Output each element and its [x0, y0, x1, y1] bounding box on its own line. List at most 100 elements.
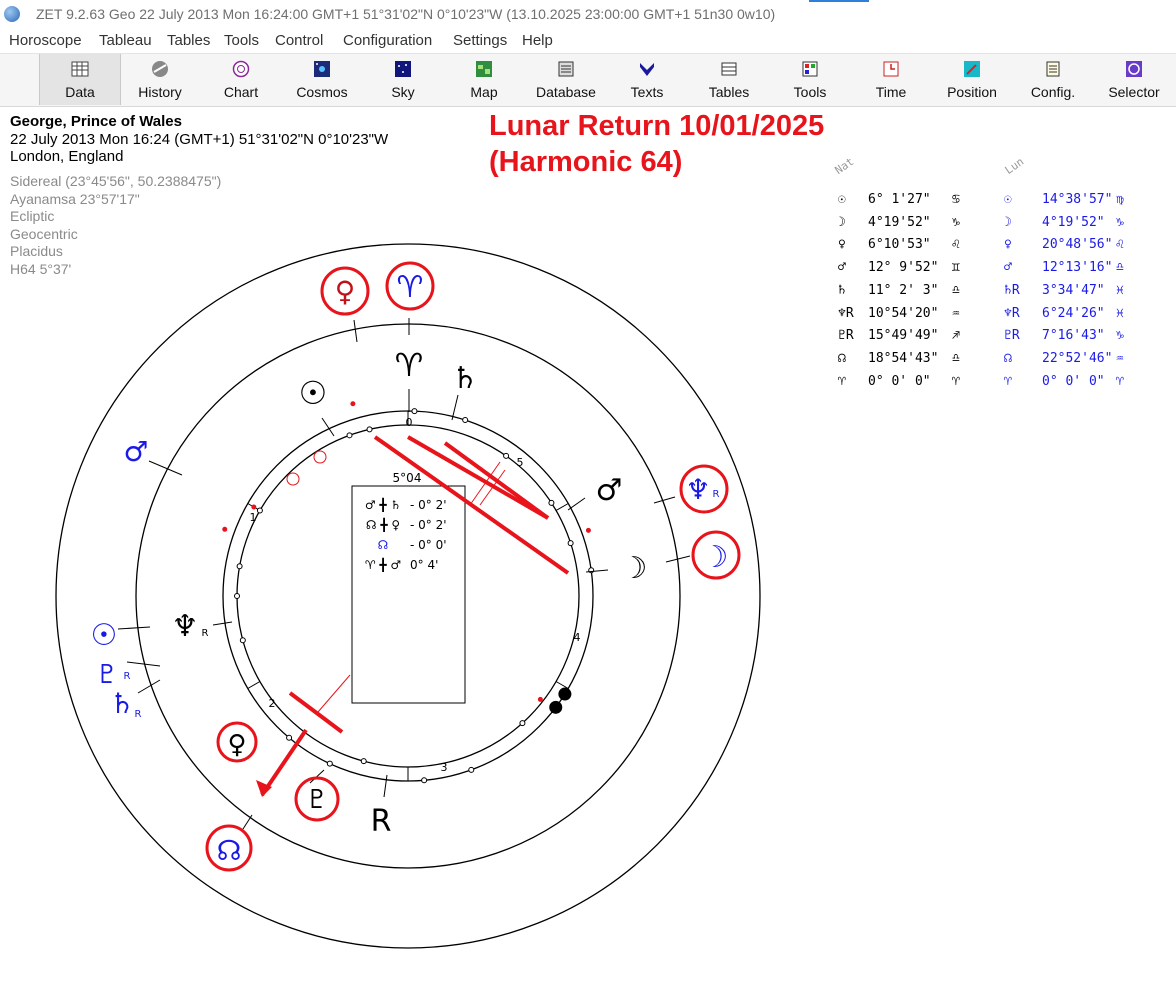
outer-glyph-pointer — [148, 460, 183, 476]
planet-marker-dot — [346, 432, 353, 439]
toolbar-sky-label: Sky — [391, 84, 415, 100]
toolbar-map-button[interactable]: Map — [444, 54, 524, 105]
outer-glyph-pointer — [137, 679, 161, 694]
positions-table: Nat Lun ☉ 6° 1'27" ♋ ☉ 14°38'57" ♍ ☽ 4°19'52" ♑ ☽… — [833, 150, 1164, 390]
lunar-return-annotation: Lunar Return 10/01/2025 (Harmonic 64) — [489, 108, 824, 180]
inner-planet-glyph: ♄ — [452, 361, 479, 396]
toolbar-time-button[interactable]: Time — [851, 54, 931, 105]
planet-marker-dot — [256, 507, 263, 514]
planet-marker-dot — [234, 593, 240, 599]
menu-help[interactable]: Help — [522, 32, 553, 49]
nat-planet-glyph: ☊ — [838, 350, 846, 366]
selector-icon — [1126, 61, 1142, 77]
toolbar-selector-button[interactable]: Selector — [1094, 54, 1174, 105]
toolbar-history-button[interactable]: History — [120, 54, 200, 105]
planet-marker-dot-filled — [549, 700, 563, 714]
outer-planet-glyph: ♈ — [397, 270, 424, 305]
house-cusp-tick — [555, 503, 569, 511]
toolbar-chart-button[interactable]: Chart — [201, 54, 281, 105]
history-icon — [152, 61, 168, 77]
toolbar-selector-label: Selector — [1108, 84, 1160, 100]
aspect-orb: - 0° 0' — [410, 538, 447, 552]
lun-position: 14°38'57" — [1042, 192, 1113, 207]
planet-marker-dot — [503, 452, 510, 459]
red-marker-dot — [222, 526, 228, 532]
outer-glyph-pointer — [653, 496, 676, 504]
menu-tables[interactable]: Tables — [167, 32, 210, 49]
menu-horoscope[interactable]: Horoscope — [9, 32, 82, 49]
nat-planet-glyph: ♂ — [838, 260, 846, 276]
menu-control[interactable]: Control — [275, 32, 323, 49]
nat-position: 10°54'20" — [868, 305, 939, 321]
toolbar-config-label: Config. — [1030, 84, 1076, 100]
birth-date-line: 22 July 2013 Mon 16:24 (GMT+1) 51°31'02"… — [10, 131, 389, 148]
toolbar-sky-button[interactable]: Sky — [363, 54, 443, 105]
planet-marker-dot — [236, 563, 243, 570]
toolbar-history-label: History — [138, 84, 182, 100]
toolbar-data-button[interactable]: Data — [39, 54, 121, 105]
lun-sign-glyph: ♓ — [1116, 282, 1124, 298]
tables-icon — [721, 62, 737, 76]
house-cusp-tick — [247, 681, 261, 689]
toolbar-tables-button[interactable]: Tables — [689, 54, 769, 105]
toolbar-position-button[interactable]: Position — [932, 54, 1012, 105]
menu-tableau[interactable]: Tableau — [99, 32, 152, 49]
nat-planet-glyph: ♀ — [838, 237, 846, 253]
toolbar-cosmos-button[interactable]: Cosmos — [282, 54, 362, 105]
annotation-lines — [260, 435, 570, 797]
house-number: 2 — [269, 697, 276, 710]
outer-planet-glyph: ♄ — [109, 687, 134, 720]
time-icon — [883, 61, 899, 77]
menu-settings[interactable]: Settings — [453, 32, 507, 49]
inner-ring-outer — [222, 410, 594, 782]
position-icon — [964, 61, 980, 77]
outer-planet-glyph: ♂ — [123, 435, 148, 468]
toolbar-config-button[interactable]: Config. — [1013, 54, 1093, 105]
window-title: ZET 9.2.63 Geo 22 July 2013 Mon 16:24:00… — [36, 6, 776, 22]
inner-planet-glyph: ♇ — [305, 785, 328, 815]
toolbar-position-label: Position — [947, 84, 997, 100]
nat-sign-glyph: ♋ — [952, 192, 960, 207]
toolbar-texts-label: Texts — [630, 84, 664, 100]
planet-marker-dot — [519, 720, 526, 727]
toolbar-database-button[interactable]: Database — [526, 54, 606, 105]
red-marker-dot — [537, 696, 543, 702]
toolbar-tools-label: Tools — [793, 84, 827, 100]
menu-tools[interactable]: Tools — [224, 32, 259, 49]
app-globe-icon[interactable] — [4, 6, 20, 22]
aspect-glyph: ☊ — [378, 538, 389, 552]
toolbar-tools-button[interactable]: Tools — [770, 54, 850, 105]
inner-planet-glyph: R — [202, 628, 209, 639]
aspect-orb: - 0° 2' — [410, 498, 447, 512]
nat-planet-glyph: ♈ — [838, 373, 846, 389]
outer-planet-glyph: ♇ — [95, 660, 118, 690]
menu-configuration[interactable]: Configuration — [343, 32, 432, 49]
database-icon — [558, 61, 574, 77]
lun-planet-glyph: ♇R — [1004, 328, 1020, 344]
lun-position: 22°52'46" — [1042, 350, 1113, 366]
lun-planet-glyph: ♄R — [1004, 282, 1020, 298]
lun-planet-glyph: ♂ — [1004, 260, 1012, 276]
config-icon — [1046, 61, 1060, 77]
lun-planet-glyph: ☊ — [1004, 350, 1012, 366]
house-number: 0 — [406, 416, 413, 429]
planet-marker-dot — [239, 637, 246, 644]
lun-sign-glyph: ♑ — [1116, 214, 1124, 230]
birth-place: London, England — [10, 148, 124, 165]
nat-sign-glyph: ♒ — [952, 305, 960, 321]
setting-ecliptic: Ecliptic — [10, 208, 55, 224]
lun-sign-glyph: ♎ — [1116, 260, 1124, 276]
nat-position: 4°19'52" — [868, 214, 931, 230]
nat-sign-glyph: ♈ — [952, 373, 960, 389]
outer-glyph-pointer — [665, 555, 691, 563]
nat-sign-glyph: ♊ — [952, 260, 960, 276]
toolbar-cosmos-label: Cosmos — [296, 84, 348, 100]
toolbar-time-label: Time — [875, 84, 907, 100]
outer-glyph-pointer — [117, 626, 151, 630]
lun-position: 4°19'52" — [1042, 214, 1105, 230]
toolbar-tables-label: Tables — [708, 84, 750, 100]
lun-sign-glyph: ♈ — [1116, 373, 1124, 389]
toolbar-texts-button[interactable]: Texts — [607, 54, 687, 105]
red-marker-dot — [350, 401, 356, 407]
nat-position: 6°10'53" — [868, 237, 931, 253]
